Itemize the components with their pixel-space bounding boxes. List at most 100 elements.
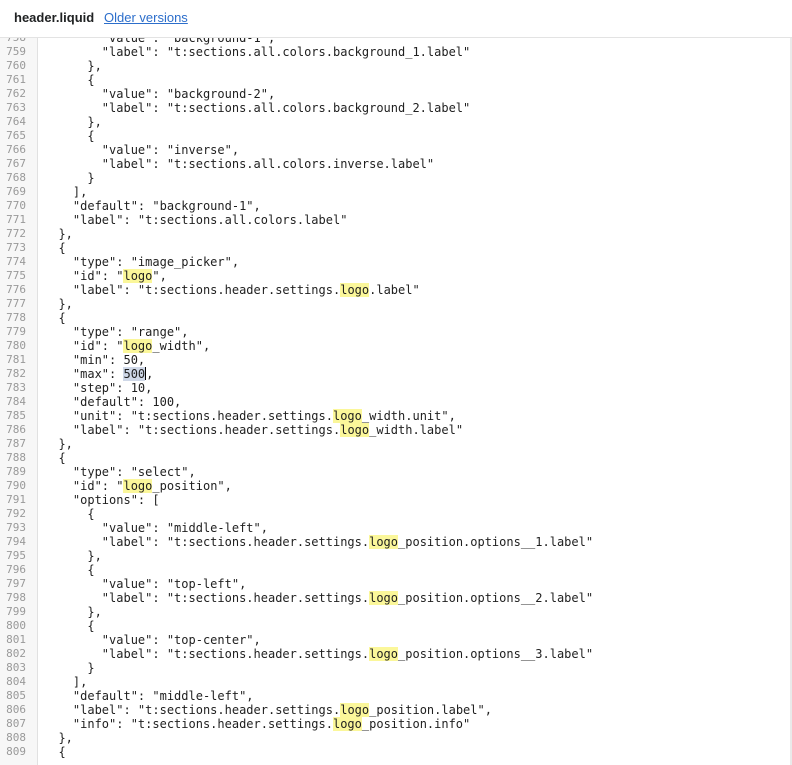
code-text[interactable]: "step": 10,	[44, 381, 152, 395]
code-text[interactable]: "label": "t:sections.all.colors.backgrou…	[44, 101, 470, 115]
code-text[interactable]: {	[44, 241, 65, 255]
code-line[interactable]: 804 ],	[0, 675, 792, 689]
code-text[interactable]: ],	[44, 185, 87, 199]
code-line[interactable]: 797 "value": "top-left",	[0, 577, 792, 591]
code-line[interactable]: 805 "default": "middle-left",	[0, 689, 792, 703]
code-text[interactable]: "id": "logo_position",	[44, 479, 232, 493]
code-text[interactable]: {	[44, 745, 65, 759]
code-line[interactable]: 806 "label": "t:sections.header.settings…	[0, 703, 792, 717]
code-text[interactable]: "id": "logo_width",	[44, 339, 210, 353]
code-text[interactable]: "label": "t:sections.header.settings.log…	[44, 423, 463, 437]
code-text[interactable]: {	[44, 311, 65, 325]
code-line[interactable]: 776 "label": "t:sections.header.settings…	[0, 283, 792, 297]
code-line[interactable]: 777 },	[0, 297, 792, 311]
code-line[interactable]: 762 "value": "background-2",	[0, 87, 792, 101]
code-text[interactable]: "label": "t:sections.all.colors.backgrou…	[44, 45, 470, 59]
code-line[interactable]: 808 },	[0, 731, 792, 745]
code-line[interactable]: 792 {	[0, 507, 792, 521]
code-line[interactable]: 761 {	[0, 73, 792, 87]
code-text[interactable]: },	[44, 115, 101, 129]
code-text[interactable]: "value": "inverse",	[44, 143, 239, 157]
code-line[interactable]: 769 ],	[0, 185, 792, 199]
code-text[interactable]: },	[44, 227, 72, 241]
code-line[interactable]: 798 "label": "t:sections.header.settings…	[0, 591, 792, 605]
code-text[interactable]: "default": 100,	[44, 395, 181, 409]
code-text[interactable]: "value": "top-center",	[44, 633, 261, 647]
code-text[interactable]: {	[44, 563, 94, 577]
code-text[interactable]: "label": "t:sections.header.settings.log…	[44, 591, 593, 605]
code-line[interactable]: 802 "label": "t:sections.header.settings…	[0, 647, 792, 661]
code-lines[interactable]: 758 "value": "background-1",759 "label":…	[0, 38, 792, 759]
code-line[interactable]: 774 "type": "image_picker",	[0, 255, 792, 269]
code-line[interactable]: 773 {	[0, 241, 792, 255]
code-line[interactable]: 794 "label": "t:sections.header.settings…	[0, 535, 792, 549]
code-line[interactable]: 779 "type": "range",	[0, 325, 792, 339]
code-line[interactable]: 768 }	[0, 171, 792, 185]
code-line[interactable]: 809 {	[0, 745, 792, 759]
code-line[interactable]: 803 }	[0, 661, 792, 675]
code-line[interactable]: 780 "id": "logo_width",	[0, 339, 792, 353]
code-text[interactable]: "default": "middle-left",	[44, 689, 254, 703]
code-text[interactable]: "id": "logo",	[44, 269, 167, 283]
code-line[interactable]: 795 },	[0, 549, 792, 563]
code-text[interactable]: "type": "range",	[44, 325, 189, 339]
code-line[interactable]: 782 "max": 500,	[0, 367, 792, 381]
code-line[interactable]: 807 "info": "t:sections.header.settings.…	[0, 717, 792, 731]
code-line[interactable]: 770 "default": "background-1",	[0, 199, 792, 213]
code-line[interactable]: 793 "value": "middle-left",	[0, 521, 792, 535]
code-text[interactable]: "value": "middle-left",	[44, 521, 268, 535]
code-line[interactable]: 785 "unit": "t:sections.header.settings.…	[0, 409, 792, 423]
code-text[interactable]: ],	[44, 675, 87, 689]
code-text[interactable]: "min": 50,	[44, 353, 145, 367]
code-line[interactable]: 791 "options": [	[0, 493, 792, 507]
code-line[interactable]: 767 "label": "t:sections.all.colors.inve…	[0, 157, 792, 171]
code-line[interactable]: 778 {	[0, 311, 792, 325]
code-line[interactable]: 799 },	[0, 605, 792, 619]
code-text[interactable]: "max": 500,	[44, 367, 153, 381]
code-line[interactable]: 759 "label": "t:sections.all.colors.back…	[0, 45, 792, 59]
code-line[interactable]: 787 },	[0, 437, 792, 451]
code-line[interactable]: 775 "id": "logo",	[0, 269, 792, 283]
code-text[interactable]: "value": "background-2",	[44, 87, 275, 101]
older-versions-link[interactable]: Older versions	[104, 10, 188, 25]
code-text[interactable]: {	[44, 73, 94, 87]
code-line[interactable]: 786 "label": "t:sections.header.settings…	[0, 423, 792, 437]
code-line[interactable]: 764 },	[0, 115, 792, 129]
code-line[interactable]: 796 {	[0, 563, 792, 577]
code-text[interactable]: },	[44, 437, 72, 451]
code-text[interactable]: "value": "top-left",	[44, 577, 247, 591]
code-text[interactable]: "options": [	[44, 493, 160, 507]
code-text[interactable]: {	[44, 451, 65, 465]
code-line[interactable]: 772 },	[0, 227, 792, 241]
code-text[interactable]: },	[44, 731, 72, 745]
code-line[interactable]: 788 {	[0, 451, 792, 465]
code-line[interactable]: 765 {	[0, 129, 792, 143]
code-text[interactable]: "label": "t:sections.header.settings.log…	[44, 703, 492, 717]
code-line[interactable]: 800 {	[0, 619, 792, 633]
code-text[interactable]: "label": "t:sections.all.colors.label"	[44, 213, 348, 227]
code-text[interactable]: }	[44, 171, 94, 185]
code-text[interactable]: "type": "image_picker",	[44, 255, 239, 269]
code-text[interactable]: },	[44, 549, 101, 563]
code-text[interactable]: {	[44, 507, 94, 521]
code-text[interactable]: "label": "t:sections.all.colors.inverse.…	[44, 157, 434, 171]
code-text[interactable]: {	[44, 619, 94, 633]
code-line[interactable]: 763 "label": "t:sections.all.colors.back…	[0, 101, 792, 115]
code-text[interactable]: },	[44, 605, 101, 619]
code-text[interactable]: "value": "background-1",	[44, 38, 275, 45]
code-line[interactable]: 758 "value": "background-1",	[0, 38, 792, 45]
code-text[interactable]: }	[44, 661, 94, 675]
code-line[interactable]: 760 },	[0, 59, 792, 73]
code-text[interactable]: "info": "t:sections.header.settings.logo…	[44, 717, 470, 731]
code-text[interactable]: "type": "select",	[44, 465, 196, 479]
code-line[interactable]: 766 "value": "inverse",	[0, 143, 792, 157]
code-line[interactable]: 783 "step": 10,	[0, 381, 792, 395]
code-line[interactable]: 784 "default": 100,	[0, 395, 792, 409]
code-line[interactable]: 790 "id": "logo_position",	[0, 479, 792, 493]
code-text[interactable]: "unit": "t:sections.header.settings.logo…	[44, 409, 456, 423]
code-text[interactable]: },	[44, 297, 72, 311]
code-line[interactable]: 801 "value": "top-center",	[0, 633, 792, 647]
code-text[interactable]: "default": "background-1",	[44, 199, 261, 213]
code-editor[interactable]: 758 "value": "background-1",759 "label":…	[0, 38, 792, 765]
code-text[interactable]: "label": "t:sections.header.settings.log…	[44, 535, 593, 549]
